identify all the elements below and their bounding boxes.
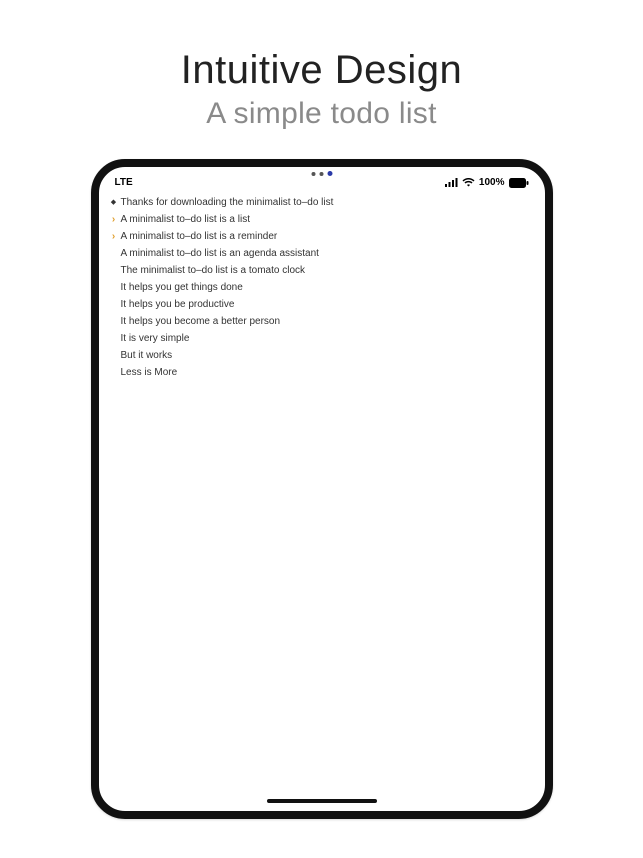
list-item-text: The minimalist to–do list is a tomato cl… bbox=[121, 265, 306, 276]
cellular-signal-icon bbox=[445, 178, 458, 187]
marketing-headline: Intuitive Design bbox=[181, 48, 462, 93]
home-indicator[interactable] bbox=[267, 799, 377, 803]
chevron-bullet-icon: › bbox=[109, 232, 119, 242]
sensor-dot bbox=[319, 172, 323, 176]
list-item-text: Thanks for downloading the minimalist to… bbox=[121, 197, 334, 208]
todo-list: ◆Thanks for downloading the minimalist t… bbox=[99, 194, 545, 381]
battery-icon bbox=[509, 178, 529, 188]
list-item-text: But it works bbox=[121, 350, 173, 361]
tablet-notch bbox=[311, 171, 332, 176]
camera-lens-icon bbox=[327, 171, 332, 176]
wifi-icon bbox=[462, 178, 475, 187]
list-item[interactable]: ›A minimalist to–do list is a list bbox=[105, 211, 545, 228]
list-item-text: A minimalist to–do list is a list bbox=[121, 214, 251, 225]
chevron-bullet-icon: › bbox=[109, 215, 119, 225]
sensor-dot bbox=[311, 172, 315, 176]
list-item-text: A minimalist to–do list is an agenda ass… bbox=[121, 248, 319, 259]
list-item[interactable]: A minimalist to–do list is an agenda ass… bbox=[105, 245, 545, 262]
list-item[interactable]: The minimalist to–do list is a tomato cl… bbox=[105, 262, 545, 279]
tablet-frame: LTE 100% ◆Thanks for downloading the min… bbox=[91, 159, 553, 819]
status-right-cluster: 100% bbox=[445, 177, 529, 188]
list-item[interactable]: It helps you be productive bbox=[105, 296, 545, 313]
list-item[interactable]: It helps you get things done bbox=[105, 279, 545, 296]
list-item[interactable]: It is very simple bbox=[105, 330, 545, 347]
diamond-bullet-icon: ◆ bbox=[109, 198, 119, 208]
list-item-text: It is very simple bbox=[121, 333, 190, 344]
list-item[interactable]: ◆Thanks for downloading the minimalist t… bbox=[105, 194, 545, 211]
list-item-text: It helps you be productive bbox=[121, 299, 235, 310]
list-item[interactable]: Less is More bbox=[105, 364, 545, 381]
list-item-text: It helps you get things done bbox=[121, 282, 243, 293]
list-item-text: A minimalist to–do list is a reminder bbox=[121, 231, 278, 242]
list-item-text: Less is More bbox=[121, 367, 178, 378]
battery-percent-label: 100% bbox=[479, 177, 505, 188]
list-item[interactable]: But it works bbox=[105, 347, 545, 364]
carrier-label: LTE bbox=[115, 177, 133, 188]
list-item[interactable]: ›A minimalist to–do list is a reminder bbox=[105, 228, 545, 245]
list-item[interactable]: It helps you become a better person bbox=[105, 313, 545, 330]
marketing-subheadline: A simple todo list bbox=[206, 97, 437, 131]
list-item-text: It helps you become a better person bbox=[121, 316, 281, 327]
